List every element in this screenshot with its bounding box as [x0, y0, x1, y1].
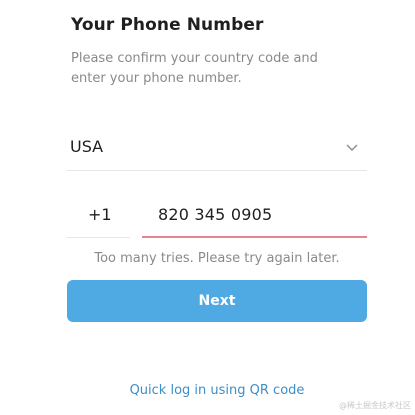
page-title: Your Phone Number	[71, 15, 264, 35]
phone-number-input[interactable]: 820 345 0905	[142, 199, 367, 238]
phone-number-value: 820 345 0905	[158, 205, 273, 224]
page-subtitle: Please confirm your country code and ent…	[71, 51, 318, 86]
country-code-field[interactable]: +1	[67, 199, 130, 238]
country-select[interactable]: USA	[67, 132, 367, 171]
qr-login-link[interactable]: Quick log in using QR code	[67, 383, 367, 398]
login-page: Your Phone Number Please confirm your co…	[0, 0, 415, 415]
error-message: Too many tries. Please try again later.	[94, 251, 340, 266]
chevron-down-icon	[346, 144, 358, 151]
watermark: @稀土掘金技术社区	[339, 401, 411, 410]
next-button[interactable]: Next	[67, 280, 367, 322]
country-code-value: +1	[88, 205, 112, 224]
country-selected-value: USA	[70, 137, 104, 156]
